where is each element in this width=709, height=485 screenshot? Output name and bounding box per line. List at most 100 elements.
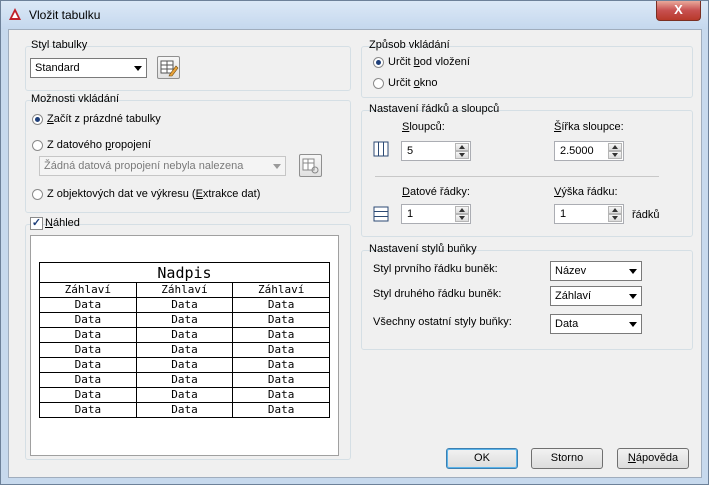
radio-window[interactable]: [373, 78, 384, 89]
chevron-down-icon: [629, 322, 637, 327]
option-data-link-label: Z datového propojení: [47, 139, 151, 151]
data-link-manager-button[interactable]: [299, 154, 322, 177]
preview-data-cell: Data: [232, 387, 330, 403]
data-rows-spinner[interactable]: 1: [401, 204, 471, 224]
preview-data-cell: Data: [135, 297, 234, 313]
preview-header-cell: Záhlaví: [232, 282, 330, 298]
columns-icon: [373, 141, 389, 157]
preview-data-row: Data Data Data: [39, 387, 330, 403]
preview-data-cell: Data: [39, 312, 137, 328]
preview-header-cell: Záhlaví: [39, 282, 137, 298]
rows-columns-label: Nastavení řádků a sloupců: [369, 103, 500, 115]
close-button[interactable]: X: [656, 1, 701, 21]
row-height-value: 1: [560, 208, 567, 220]
preview-header-cell: Záhlaví: [135, 282, 234, 298]
preview-data-cell: Data: [232, 402, 330, 418]
insert-options-label: Možnosti vkládání: [31, 93, 120, 105]
row-height-spinner[interactable]: 1: [554, 204, 624, 224]
preview-data-row: Data Data Data: [39, 327, 330, 343]
preview-data-row: Data Data Data: [39, 312, 330, 328]
preview-table: Nadpis Záhlaví Záhlaví Záhlaví Data Data D…: [39, 262, 330, 418]
preview-data-cell: Data: [135, 342, 234, 358]
autocad-app-icon: [9, 8, 21, 20]
preview-data-row: Data Data Data: [39, 402, 330, 418]
first-row-style-label: Styl prvního řádku buněk:: [373, 263, 498, 275]
preview-data-row: Data Data Data: [39, 372, 330, 388]
other-styles-label: Všechny ostatní styly buňky:: [373, 316, 512, 328]
preview-checkbox[interactable]: ✓: [30, 217, 43, 230]
table-style-dialog-button[interactable]: [157, 56, 180, 79]
preview-data-cell: Data: [135, 402, 234, 418]
other-styles-value: Data: [555, 318, 579, 330]
radio-data-extraction[interactable]: [32, 189, 43, 200]
title-bar[interactable]: Vložit tabulku X: [1, 1, 708, 29]
insertion-method-group: [361, 46, 693, 98]
table-style-combo[interactable]: Standard: [30, 58, 147, 78]
column-width-value: 2.5000: [560, 145, 594, 157]
cell-styles-label: Nastavení stylů buňky: [369, 243, 477, 255]
option-window-label: Určit okno: [388, 77, 438, 89]
first-row-style-combo[interactable]: Název: [550, 261, 642, 281]
radio-data-link[interactable]: [32, 140, 43, 151]
radio-insertion-point[interactable]: [373, 57, 384, 68]
spin-up-icon[interactable]: [455, 206, 469, 214]
insertion-method-label: Způsob vkládání: [369, 39, 450, 51]
ok-button[interactable]: OK: [446, 448, 518, 469]
preview-data-cell: Data: [39, 387, 137, 403]
other-styles-combo[interactable]: Data: [550, 314, 642, 334]
preview-checkbox-label: Náhled: [45, 217, 80, 229]
preview-data-cell: Data: [232, 327, 330, 343]
preview-data-cell: Data: [232, 297, 330, 313]
second-row-style-combo[interactable]: Záhlaví: [550, 286, 642, 306]
cancel-button[interactable]: Storno: [531, 448, 603, 469]
window-title: Vložit tabulku: [29, 8, 101, 22]
option-insertion-point-label: Určit bod vložení: [388, 56, 470, 68]
preview-data-cell: Data: [135, 327, 234, 343]
preview-data-cell: Data: [39, 342, 137, 358]
columns-value: 5: [407, 145, 414, 157]
spin-down-icon[interactable]: [455, 214, 469, 222]
data-link-combo[interactable]: Žádná datová propojení nebyla nalezena: [39, 156, 286, 176]
data-link-icon: [302, 158, 319, 174]
preview-data-cell: Data: [39, 327, 137, 343]
spin-up-icon[interactable]: [455, 143, 469, 151]
second-row-style-value: Záhlaví: [555, 290, 592, 302]
chevron-down-icon: [629, 294, 637, 299]
option-data-extraction-label: Z objektových dat ve výkresu (Extrakce d…: [47, 188, 261, 200]
table-style-label: Styl tabulky: [31, 39, 88, 51]
column-width-spinner[interactable]: 2.5000: [554, 141, 624, 161]
chevron-down-icon: [134, 66, 142, 71]
preview-data-cell: Data: [232, 312, 330, 328]
second-row-style-label: Styl druhého řádku buněk:: [373, 288, 502, 300]
data-rows-value: 1: [407, 208, 414, 220]
preview-data-cell: Data: [39, 297, 137, 313]
data-link-value: Žádná datová propojení nebyla nalezena: [44, 160, 244, 172]
spin-up-icon[interactable]: [608, 143, 622, 151]
radio-start-empty[interactable]: [32, 114, 43, 125]
rows-columns-separator: [375, 176, 659, 177]
spin-down-icon[interactable]: [608, 214, 622, 222]
preview-data-cell: Data: [232, 342, 330, 358]
dialog-client: Styl tabulky Standard Možnosti vkládání …: [8, 29, 702, 478]
chevron-down-icon: [273, 164, 281, 169]
preview-data-cell: Data: [135, 372, 234, 388]
spin-up-icon[interactable]: [608, 206, 622, 214]
columns-spinner[interactable]: 5: [401, 141, 471, 161]
preview-title-cell: Nadpis: [39, 262, 330, 283]
preview-data-cell: Data: [135, 357, 234, 373]
help-button[interactable]: Nápověda: [617, 448, 689, 469]
preview-data-cell: Data: [39, 402, 137, 418]
preview-data-cell: Data: [232, 372, 330, 388]
dialog-window: Vložit tabulku X Styl tabulky Standard M…: [0, 0, 709, 485]
preview-data-row: Data Data Data: [39, 357, 330, 373]
columns-label: Sloupců:: [402, 121, 445, 133]
option-start-empty-label: Začít z prázdné tabulky: [47, 113, 161, 125]
data-rows-label: Datové řádky:: [402, 186, 470, 198]
row-height-unit: řádků: [632, 209, 660, 221]
preview-data-cell: Data: [135, 387, 234, 403]
spin-down-icon[interactable]: [608, 151, 622, 159]
spin-down-icon[interactable]: [455, 151, 469, 159]
preview-data-row: Data Data Data: [39, 297, 330, 313]
chevron-down-icon: [629, 269, 637, 274]
column-width-label: Šířka sloupce:: [554, 121, 624, 133]
